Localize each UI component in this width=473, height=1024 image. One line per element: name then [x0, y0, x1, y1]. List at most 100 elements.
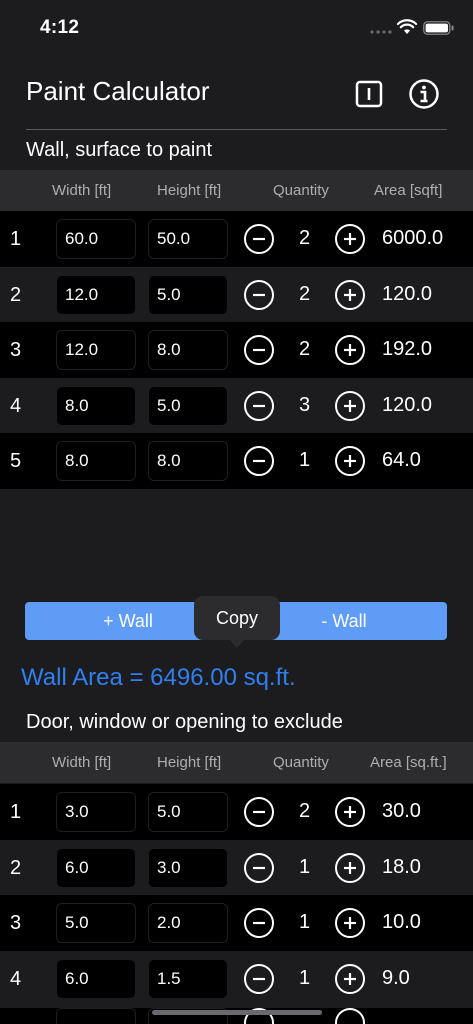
plus-circle-icon [344, 399, 356, 412]
width-field[interactable]: 5.0 [56, 903, 136, 943]
minus-circle-icon [253, 348, 265, 352]
increment-button[interactable] [335, 446, 365, 476]
area-value: 18.0 [382, 855, 421, 878]
height-field[interactable]: 1.5 [148, 958, 228, 999]
decrement-button[interactable] [244, 335, 274, 365]
decrement-button[interactable] [244, 279, 274, 310]
decrement-button[interactable] [244, 224, 274, 254]
area-value: 120.0 [382, 282, 433, 305]
tab-icon-button[interactable] [353, 78, 385, 110]
copy-popup-arrow [229, 639, 245, 648]
battery-icon [423, 21, 454, 35]
quantity-value: 1 [299, 855, 311, 878]
row-number: 3 [10, 339, 22, 361]
width-field[interactable]: 8.0 [56, 441, 136, 481]
col-height: Height [ft] [157, 182, 222, 199]
title-divider [26, 129, 447, 130]
info-button[interactable] [408, 78, 440, 110]
copy-button[interactable]: Copy [194, 608, 280, 629]
minus-circle-icon [253, 921, 265, 925]
opening-row: 1 3.0 5.0 2 30.0 [0, 784, 473, 840]
minus-circle-icon [253, 293, 265, 296]
wall-row: 5 8.0 8.0 1 64.0 [0, 433, 473, 489]
row-number: 1 [10, 801, 22, 823]
row-number: 4 [10, 394, 22, 417]
increment-button[interactable] [335, 852, 365, 883]
width-field[interactable]: 6.0 [56, 958, 136, 999]
col-area: Area [sqft] [374, 182, 443, 199]
page-title: Paint Calculator [26, 76, 210, 106]
height-field[interactable]: 5.0 [148, 385, 228, 426]
quantity-value: 2 [299, 338, 311, 360]
height-field[interactable]: 3.0 [148, 847, 228, 888]
increment-button[interactable] [335, 390, 365, 421]
cellular-signal-icon [370, 30, 392, 34]
col-width: Width [ft] [52, 754, 112, 771]
height-field[interactable]: 50.0 [148, 219, 228, 259]
openings-table-header: Width [ft] Height [ft] Quantity Area [sq… [0, 742, 473, 783]
decrement-button[interactable] [244, 390, 274, 421]
increment-button[interactable] [335, 224, 365, 254]
increment-button[interactable] [335, 279, 365, 310]
home-indicator[interactable] [152, 1010, 322, 1015]
decrement-button[interactable] [244, 797, 274, 827]
increment-button[interactable] [335, 963, 365, 994]
tab-icon [355, 80, 383, 108]
quantity-value: 3 [299, 393, 311, 416]
minus-circle-icon [253, 237, 265, 241]
area-value: 64.0 [382, 449, 421, 471]
row-number: 3 [10, 912, 22, 934]
area-value: 192.0 [382, 338, 433, 360]
height-field[interactable]: 8.0 [148, 441, 228, 481]
height-field[interactable]: 5.0 [148, 792, 228, 832]
minus-circle-icon [253, 459, 265, 463]
decrement-button[interactable] [244, 908, 274, 938]
info-icon [409, 79, 439, 109]
width-field[interactable]: 12.0 [56, 274, 136, 315]
increment-button[interactable] [335, 1008, 365, 1024]
quantity-value: 1 [299, 966, 311, 989]
quantity-value: 1 [299, 449, 311, 471]
area-value: 120.0 [382, 393, 433, 416]
width-field[interactable] [56, 1008, 136, 1024]
decrement-button[interactable] [244, 963, 274, 994]
opening-row: 4 6.0 1.5 1 9.0 [0, 950, 473, 1006]
minus-circle-icon [253, 404, 265, 407]
width-field[interactable]: 12.0 [56, 330, 136, 370]
area-value: 9.0 [382, 966, 410, 989]
minus-circle-icon [253, 866, 265, 869]
walls-table-header: Width [ft] Height [ft] Quantity Area [sq… [0, 170, 473, 211]
opening-row: 2 6.0 3.0 1 18.0 [0, 839, 473, 895]
col-quantity: Quantity [273, 182, 329, 199]
quantity-value: 2 [299, 227, 311, 249]
area-value: 10.0 [382, 911, 421, 933]
increment-button[interactable] [335, 908, 365, 938]
wall-row: 3 12.0 8.0 2 192.0 [0, 322, 473, 378]
increment-button[interactable] [335, 797, 365, 827]
row-number: 2 [10, 283, 22, 306]
opening-row: 3 5.0 2.0 1 10.0 [0, 895, 473, 951]
width-field[interactable]: 8.0 [56, 385, 136, 426]
row-number: 1 [10, 228, 22, 250]
status-bar: 4:12 [0, 0, 473, 56]
wall-row: 2 12.0 5.0 2 120.0 [0, 266, 473, 322]
decrement-button[interactable] [244, 446, 274, 476]
col-width: Width [ft] [52, 182, 112, 199]
height-field[interactable]: 8.0 [148, 330, 228, 370]
height-field[interactable]: 5.0 [148, 274, 228, 315]
col-quantity: Quantity [273, 754, 329, 771]
width-field[interactable]: 3.0 [56, 792, 136, 832]
wall-row: 4 8.0 5.0 3 120.0 [0, 377, 473, 433]
walls-section-title: Wall, surface to paint [26, 139, 213, 161]
area-value: 30.0 [382, 800, 421, 822]
quantity-value: 1 [299, 911, 311, 933]
height-field[interactable]: 2.0 [148, 903, 228, 943]
plus-circle-icon [344, 972, 356, 985]
row-number: 5 [10, 450, 22, 472]
increment-button[interactable] [335, 335, 365, 365]
decrement-button[interactable] [244, 852, 274, 883]
plus-circle-icon [344, 344, 356, 356]
width-field[interactable]: 6.0 [56, 847, 136, 888]
row-number: 4 [10, 967, 22, 990]
width-field[interactable]: 60.0 [56, 219, 136, 259]
